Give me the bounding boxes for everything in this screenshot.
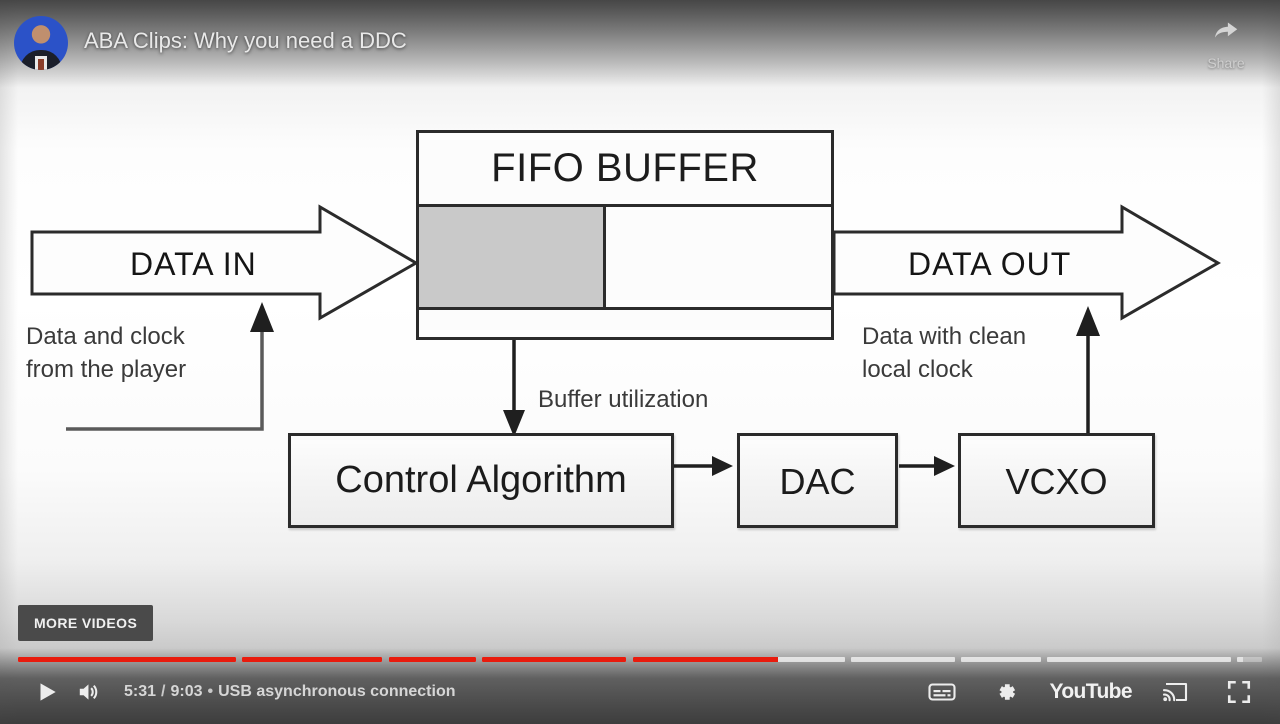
right-annotation: Data with clean local clock (862, 323, 1027, 384)
chapter-bullet: • (207, 683, 214, 700)
youtube-wordmark: YouTube (1049, 680, 1132, 703)
left-annotation: Data and clock from the player (26, 323, 187, 384)
ddc-block-diagram: FIFO BUFFER DATA IN DATA OUT Control Alg… (0, 0, 1280, 724)
progress-chapter-segment[interactable] (960, 657, 1041, 662)
progress-played (632, 657, 779, 662)
vcxo-box: VCXO (958, 433, 1155, 528)
video-frame[interactable]: FIFO BUFFER DATA IN DATA OUT Control Alg… (0, 0, 1280, 724)
cast-icon (1162, 682, 1188, 702)
control-to-dac-arrow (674, 456, 733, 476)
settings-button[interactable] (985, 674, 1027, 710)
controls-right-group: YouTube (921, 674, 1260, 710)
play-icon (40, 683, 56, 701)
player-controls-bar[interactable]: 5:31/9:03•USB asynchronous connection (0, 648, 1280, 724)
fifo-buffer-title: FIFO BUFFER (491, 146, 759, 190)
progress-chapter-segment[interactable] (241, 657, 383, 662)
progress-loaded (1237, 657, 1244, 662)
video-title[interactable]: ABA Clips: Why you need a DDC (84, 28, 407, 54)
youtube-player[interactable]: FIFO BUFFER DATA IN DATA OUT Control Alg… (0, 0, 1280, 724)
youtube-button[interactable]: YouTube (1049, 674, 1132, 710)
control-algorithm-label: Control Algorithm (335, 459, 627, 501)
progress-loaded (960, 657, 1041, 662)
fullscreen-icon (1227, 680, 1251, 704)
vcxo-label: VCXO (1005, 461, 1108, 502)
dac-to-vcxo-arrow (899, 456, 955, 476)
vcxo-to-output-arrow (1076, 306, 1100, 433)
subtitles-button[interactable] (921, 674, 963, 710)
chapter-title: USB asynchronous connection (218, 683, 456, 700)
progress-chapter-segment[interactable] (1237, 657, 1262, 662)
fullscreen-button[interactable] (1218, 674, 1260, 710)
avatar[interactable] (14, 16, 68, 70)
fifo-divider-bottom (416, 307, 834, 310)
progress-played (18, 657, 236, 662)
cast-button[interactable] (1154, 674, 1196, 710)
dac-label: DAC (779, 461, 856, 502)
progress-chapter-segment[interactable] (388, 657, 476, 662)
more-videos-button[interactable]: MORE VIDEOS (18, 605, 154, 641)
share-arrow-icon (1215, 22, 1238, 38)
diagram-connectors (30, 204, 1221, 476)
volume-button[interactable] (68, 674, 110, 710)
data-in-label: DATA IN (130, 246, 257, 282)
progress-played (482, 657, 627, 662)
progress-chapter-segment[interactable] (482, 657, 627, 662)
current-time: 5:31 (124, 683, 157, 700)
progress-chapter-segment[interactable] (632, 657, 846, 662)
time-separator: / (161, 683, 166, 700)
volume-on-icon (79, 684, 98, 700)
time-display: 5:31/9:03 • USB asynchronous connection (124, 683, 456, 701)
progress-played (241, 657, 383, 662)
progress-chapter-segment[interactable] (18, 657, 236, 662)
progress-played (388, 657, 476, 662)
avatar-tie (38, 59, 44, 70)
buffer-utilization-label: Buffer utilization (538, 386, 709, 413)
controls-left-group: 5:31/9:03 • USB asynchronous connection (26, 674, 456, 710)
fifo-fill-level (419, 207, 607, 307)
total-time: 9:03 (170, 683, 203, 700)
data-out-label: DATA OUT (908, 246, 1072, 282)
progress-chapter-segment[interactable] (851, 657, 955, 662)
dac-box: DAC (737, 433, 898, 528)
gear-icon (999, 684, 1016, 700)
play-button[interactable] (26, 674, 68, 710)
progress-chapter-segment[interactable] (1046, 657, 1231, 662)
share-button[interactable]: Share (1190, 16, 1262, 71)
share-label: Share (1207, 55, 1245, 71)
subtitles-icon (928, 683, 957, 701)
progress-loaded (1046, 657, 1231, 662)
control-algorithm-box: Control Algorithm (288, 433, 674, 528)
progress-bar[interactable] (18, 657, 1262, 664)
progress-loaded (851, 657, 955, 662)
